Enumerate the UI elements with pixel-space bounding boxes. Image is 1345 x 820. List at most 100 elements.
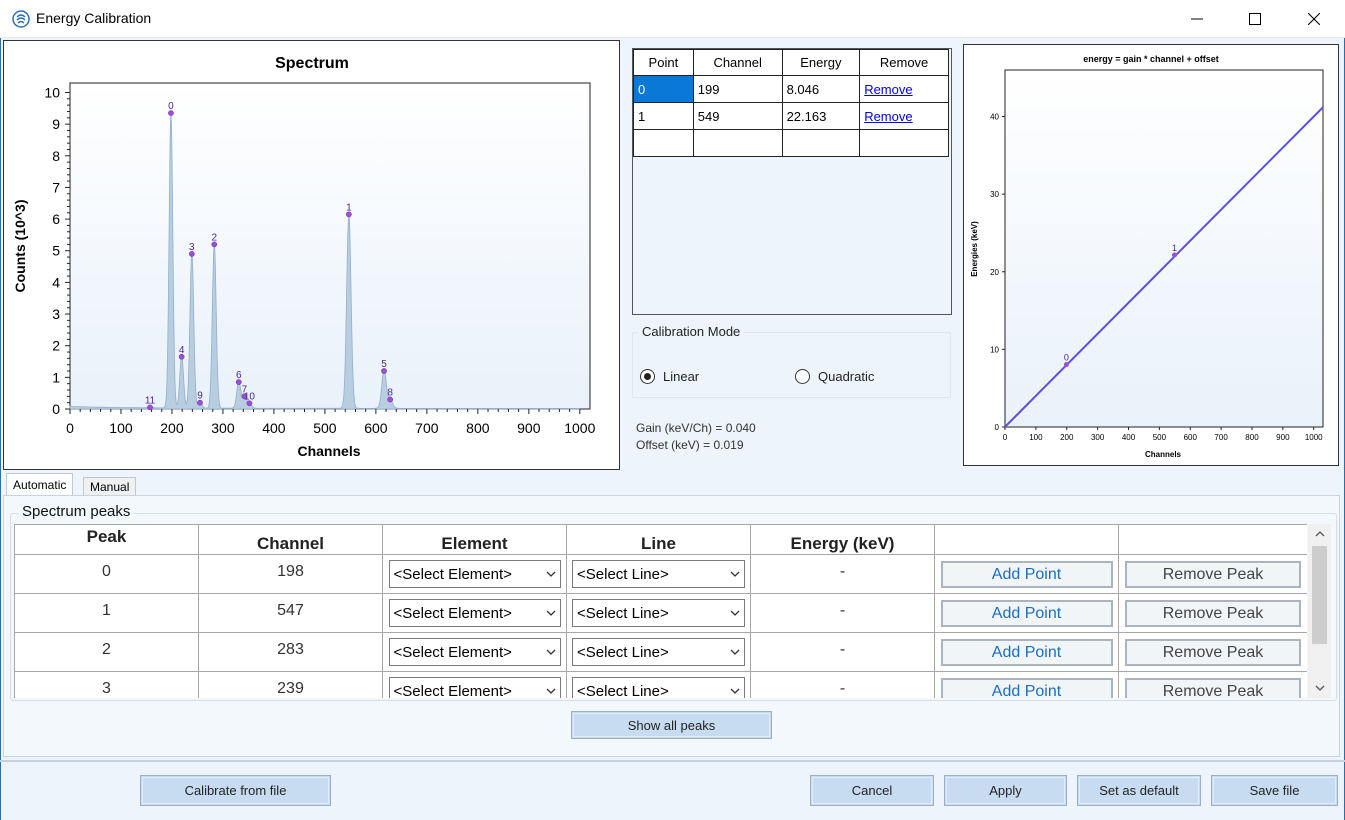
close-button[interactable] bbox=[1285, 0, 1343, 38]
peak-label: 10 bbox=[244, 391, 256, 402]
x-tick-label: 600 bbox=[1184, 433, 1198, 442]
y-tick-label: 10 bbox=[44, 84, 60, 100]
peak-label: 1 bbox=[346, 202, 352, 213]
line-select[interactable]: <Select Line> bbox=[572, 677, 745, 698]
line-cell: <Select Line> bbox=[566, 632, 751, 672]
calibration-point-marker[interactable] bbox=[1171, 252, 1177, 258]
spectrum-peaks-title: Spectrum peaks bbox=[18, 503, 135, 520]
y-tick-label: 10 bbox=[990, 345, 999, 354]
add-cell: Add Point bbox=[934, 671, 1119, 698]
peaks-scrollbar[interactable] bbox=[1308, 524, 1331, 698]
line-select[interactable]: <Select Line> bbox=[572, 638, 745, 666]
save-file-button[interactable]: Save file bbox=[1211, 775, 1338, 806]
energy-cell[interactable]: 22.163 bbox=[781, 102, 861, 130]
set-as-default-button[interactable]: Set as default bbox=[1077, 775, 1201, 806]
calibration-mode-group bbox=[632, 332, 951, 398]
remove-peak-button[interactable]: Remove Peak bbox=[1125, 560, 1301, 588]
remove-cell: Remove Peak bbox=[1118, 593, 1307, 633]
y-tick-label: 20 bbox=[990, 268, 999, 277]
remove-point-link[interactable]: Remove bbox=[864, 82, 912, 97]
line-select[interactable]: <Select Line> bbox=[572, 599, 745, 627]
calibration-mode-title: Calibration Mode bbox=[638, 324, 745, 339]
table-row[interactable]: 3 239 <Select Element> <Select Line> - Add Po… bbox=[14, 671, 1307, 699]
window-border-left bbox=[0, 38, 1, 820]
peaks-grid[interactable]: Peak Channel Element Line Energy (keV) 0… bbox=[14, 524, 1307, 698]
add-point-button[interactable]: Add Point bbox=[940, 677, 1113, 698]
chevron-down-icon bbox=[730, 610, 740, 616]
y-tick-label: 30 bbox=[990, 190, 999, 199]
channel-cell[interactable] bbox=[692, 129, 783, 157]
x-tick-label: 900 bbox=[1276, 433, 1290, 442]
remove-peak-button[interactable]: Remove Peak bbox=[1125, 677, 1301, 698]
spectrum-chart-panel[interactable]: Spectrum 0 100 200 300 400 500 600 700 800 900 100… bbox=[3, 40, 620, 470]
apply-button[interactable]: Apply bbox=[944, 775, 1067, 806]
spectrum-chart[interactable]: Spectrum 0 100 200 300 400 500 600 700 800 900 100… bbox=[4, 41, 619, 469]
line-cell: <Select Line> bbox=[566, 593, 751, 633]
table-row[interactable]: 0 198 <Select Element> <Select Line> - Add Po… bbox=[14, 554, 1307, 594]
remove-peak-button[interactable]: Remove Peak bbox=[1125, 599, 1301, 627]
calibration-chart[interactable]: energy = gain * channel + offset 0 100 200… bbox=[964, 45, 1338, 465]
calibrate-from-file-button[interactable]: Calibrate from file bbox=[140, 775, 331, 806]
point-cell[interactable]: 1 bbox=[633, 102, 694, 130]
minimize-button[interactable] bbox=[1168, 0, 1226, 38]
add-point-button[interactable]: Add Point bbox=[940, 560, 1113, 588]
spectrum-y-axis-label: Counts (10^3) bbox=[12, 200, 28, 293]
energy-cell: - bbox=[750, 593, 935, 633]
remove-peak-button[interactable]: Remove Peak bbox=[1125, 638, 1301, 666]
peak-cell: 1 bbox=[14, 593, 199, 633]
table-row[interactable]: 0 199 8.046 Remove bbox=[633, 75, 949, 103]
table-row[interactable]: 1 549 22.163 Remove bbox=[633, 102, 949, 130]
tab-automatic[interactable]: Automatic bbox=[6, 473, 74, 496]
element-cell: <Select Element> bbox=[382, 671, 567, 699]
element-select[interactable]: <Select Element> bbox=[388, 599, 561, 627]
element-select-value: <Select Element> bbox=[393, 565, 512, 583]
new-row[interactable] bbox=[633, 129, 949, 157]
line-select-value: <Select Line> bbox=[577, 643, 669, 661]
y-tick-label: 4 bbox=[52, 274, 60, 290]
chevron-down-icon bbox=[546, 571, 555, 577]
cancel-button[interactable]: Cancel bbox=[810, 775, 934, 806]
remove-cell: Remove Peak bbox=[1118, 554, 1307, 594]
maximize-button[interactable] bbox=[1226, 0, 1284, 38]
add-point-button[interactable]: Add Point bbox=[940, 638, 1113, 666]
scroll-thumb[interactable] bbox=[1312, 546, 1327, 644]
element-select[interactable]: <Select Element> bbox=[388, 677, 561, 699]
element-select-value: <Select Element> bbox=[393, 682, 512, 699]
spectrum-plot-area bbox=[69, 82, 591, 410]
linear-radio[interactable]: Linear bbox=[640, 369, 699, 384]
tab-manual[interactable]: Manual bbox=[83, 477, 137, 496]
x-tick-label: 700 bbox=[415, 420, 439, 436]
table-row[interactable]: 2 283 <Select Element> <Select Line> - Add Po… bbox=[14, 632, 1307, 672]
add-point-button[interactable]: Add Point bbox=[940, 599, 1113, 627]
channel-cell[interactable]: 549 bbox=[692, 102, 783, 130]
scroll-down-button[interactable] bbox=[1308, 678, 1331, 698]
point-cell[interactable]: 0 bbox=[633, 75, 694, 103]
scroll-up-button[interactable] bbox=[1308, 524, 1331, 544]
x-tick-label: 500 bbox=[313, 420, 337, 436]
add-cell: Add Point bbox=[934, 554, 1119, 594]
element-select[interactable]: <Select Element> bbox=[388, 638, 561, 666]
calibration-chart-panel[interactable]: energy = gain * channel + offset 0 100 200… bbox=[963, 44, 1339, 466]
col-header-channel: Channel bbox=[692, 49, 783, 76]
energy-cell[interactable] bbox=[781, 129, 861, 157]
channel-cell: 283 bbox=[198, 632, 383, 672]
peak-label: 5 bbox=[381, 359, 387, 370]
channel-cell[interactable]: 199 bbox=[692, 75, 783, 103]
chevron-down-icon bbox=[1315, 685, 1324, 691]
col-header-peak: Peak bbox=[14, 524, 199, 555]
remove-point-link[interactable]: Remove bbox=[864, 109, 912, 124]
quadratic-radio[interactable]: Quadratic bbox=[795, 369, 874, 384]
calibration-points-table: Point Channel Energy Remove 0 199 8.046 … bbox=[632, 48, 952, 315]
calibration-point-marker[interactable] bbox=[1063, 362, 1069, 368]
x-tick-label: 400 bbox=[262, 420, 286, 436]
show-all-peaks-button[interactable]: Show all peaks bbox=[571, 711, 772, 739]
x-tick-label: 1000 bbox=[1305, 433, 1323, 442]
radio-checked-icon bbox=[640, 369, 655, 384]
point-cell[interactable] bbox=[633, 129, 694, 157]
y-tick-label: 0 bbox=[52, 401, 60, 417]
x-tick-label: 700 bbox=[1214, 433, 1228, 442]
table-row[interactable]: 1 547 <Select Element> <Select Line> - Add Po… bbox=[14, 593, 1307, 633]
line-select[interactable]: <Select Line> bbox=[572, 560, 745, 588]
energy-cell[interactable]: 8.046 bbox=[781, 75, 861, 103]
element-select[interactable]: <Select Element> bbox=[388, 560, 561, 588]
